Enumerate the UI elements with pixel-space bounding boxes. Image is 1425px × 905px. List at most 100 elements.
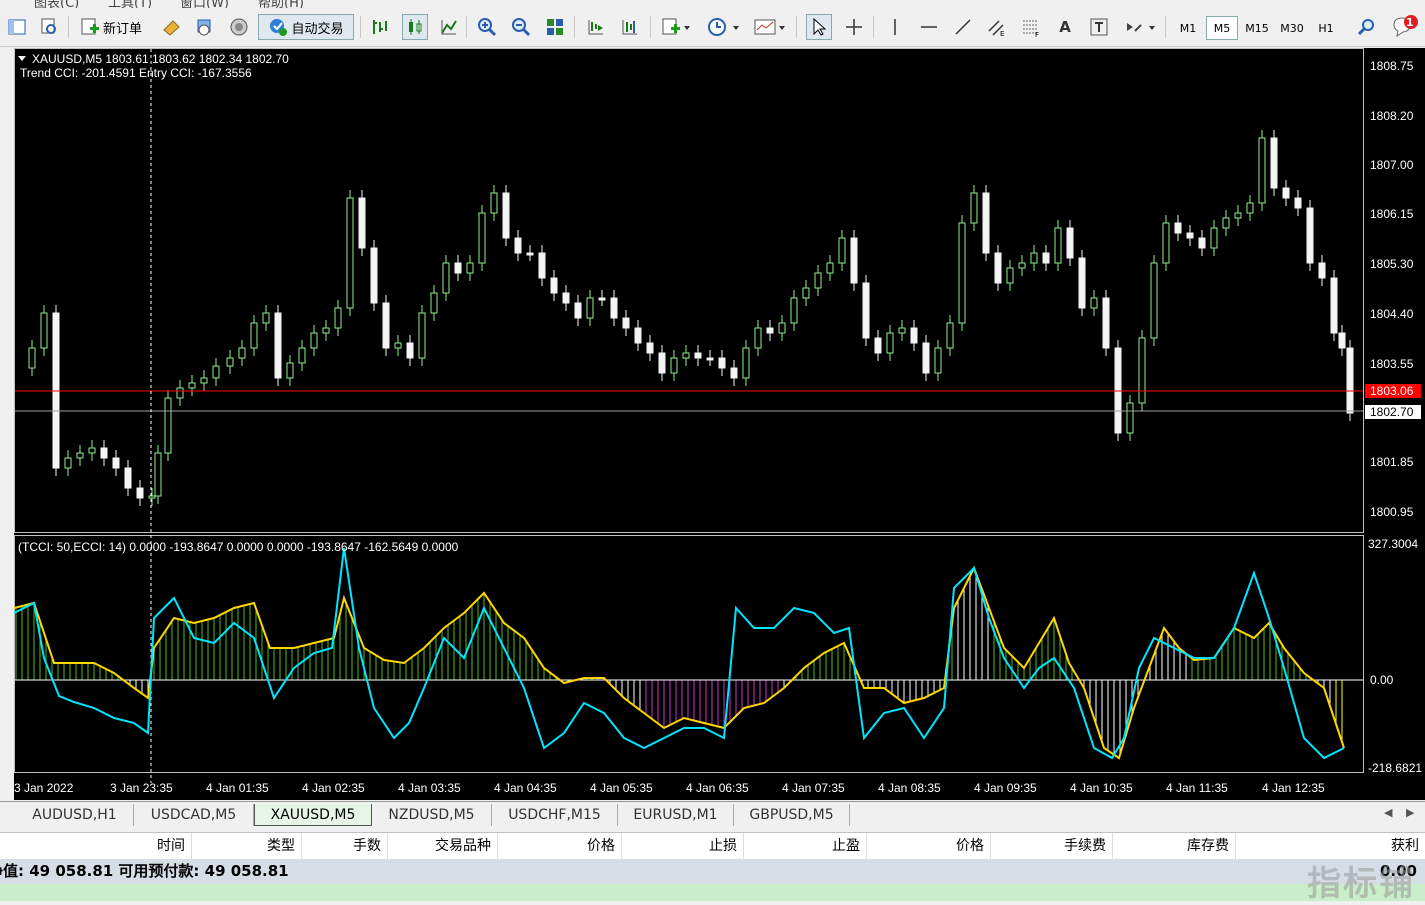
search-icon[interactable] (1354, 14, 1380, 40)
candle-body (466, 262, 474, 274)
candle-body (1258, 137, 1266, 204)
main-panel-border (14, 48, 1364, 533)
zoom-out-icon[interactable] (508, 14, 534, 40)
timeframe-m1[interactable]: M1 (1172, 16, 1204, 40)
candle-body (136, 487, 144, 499)
column-header-time[interactable]: 时间 (0, 833, 192, 859)
candle-body (1222, 217, 1230, 229)
candle-body (550, 277, 558, 294)
vertical-line-icon[interactable] (882, 14, 908, 40)
auto-trade-label: 自动交易 (291, 21, 344, 37)
chart-menu-triangle-icon[interactable] (18, 56, 26, 61)
tab-usdcad-m5[interactable]: USDCAD,M5 (134, 804, 254, 826)
symbol-info-text: XAUUSD,M5 1803.61 1803.62 1802.34 1802.7… (32, 52, 289, 66)
column-header-symbol[interactable]: 交易品种 (388, 833, 498, 859)
candle-body (1006, 267, 1014, 284)
chart-shift-icon[interactable] (617, 14, 643, 40)
time-axis-label: 4 Jan 05:35 (590, 781, 653, 795)
candle-body (64, 457, 72, 469)
cci-histogram-group (15, 573, 1343, 755)
column-header-type[interactable]: 类型 (192, 833, 302, 859)
equidistant-channel-icon[interactable]: E (984, 14, 1010, 40)
trendline-icon[interactable] (950, 14, 976, 40)
tab-scroll-right-icon[interactable]: ▶ (1406, 806, 1414, 819)
crosshair-icon[interactable] (841, 14, 867, 40)
horizontal-line-icon[interactable] (916, 14, 942, 40)
zoom-in-icon[interactable] (474, 14, 500, 40)
candle-body (754, 327, 762, 349)
timeframe-m15[interactable]: M15 (1240, 16, 1274, 40)
indicator-info-text: (TCCI: 50,ECCI: 14) 0.0000 -193.8647 0.0… (18, 540, 459, 554)
bar-chart-icon[interactable] (367, 14, 393, 40)
bid-price-label: 1803.06 (1370, 384, 1414, 398)
auto-trade-icon (270, 19, 288, 36)
time-axis-label: 4 Jan 01:35 (206, 781, 269, 795)
candle-body (766, 327, 774, 334)
candle-body (646, 342, 654, 354)
candle-body (1346, 347, 1354, 414)
periods-dropdown-icon[interactable] (704, 14, 744, 40)
indicators-dropdown-icon[interactable] (658, 14, 694, 40)
chart-window-icon[interactable] (4, 14, 30, 40)
candle-body (1270, 137, 1278, 189)
menu-tools[interactable]: 工具(T) (108, 0, 152, 8)
candle-body (1294, 197, 1302, 209)
tab-gbpusd-m5[interactable]: GBPUSD,M5 (734, 804, 850, 826)
timeframe-h1[interactable]: H1 (1310, 16, 1342, 40)
terminal-icon[interactable] (226, 14, 252, 40)
candle-body (274, 312, 282, 379)
new-order-button[interactable]: 新订单 (76, 14, 146, 40)
text-label-icon[interactable] (1086, 14, 1112, 40)
candle-body (394, 342, 402, 349)
time-axis-label: 4 Jan 10:35 (1070, 781, 1133, 795)
candle-body (922, 342, 930, 374)
tab-xauusd-m5[interactable]: XAUUSD,M5 (254, 804, 372, 826)
navigator-icon[interactable] (192, 14, 218, 40)
candle-body (76, 452, 84, 459)
chart-tabs-bar: AUDUSD,H1 USDCAD,M5 XAUUSD,M5 NZDUSD,M5 … (0, 801, 1425, 829)
timeframe-m30[interactable]: M30 (1275, 16, 1309, 40)
text-tool-icon[interactable]: A (1052, 14, 1078, 40)
chart-window[interactable]: XAUUSD,M5 1803.61 1803.62 1802.34 1802.7… (14, 48, 1425, 800)
menu-chart[interactable]: 图表(C) (34, 0, 79, 8)
tab-eurusd-m1[interactable]: EURUSD,M1 (618, 804, 734, 826)
column-header-take-profit[interactable]: 止盈 (744, 833, 867, 859)
arrows-dropdown-icon[interactable] (1120, 14, 1160, 40)
candle-body (28, 347, 36, 369)
cursor-icon[interactable] (806, 14, 832, 40)
menu-help[interactable]: 帮助(H) (258, 0, 304, 8)
tab-usdchf-m15[interactable]: USDCHF,M15 (492, 804, 618, 826)
templates-dropdown-icon[interactable] (750, 14, 790, 40)
zoom-window-icon[interactable] (36, 14, 62, 40)
menu-window[interactable]: 窗口(W) (180, 0, 229, 8)
market-watch-icon[interactable] (158, 14, 184, 40)
notification-bell-icon[interactable]: 1 (1390, 14, 1420, 40)
column-header-price[interactable]: 价格 (498, 833, 622, 859)
time-axis-label: 3 Jan 23:35 (110, 781, 173, 795)
candlestick-chart-icon[interactable] (402, 14, 428, 40)
column-header-lots[interactable]: 手数 (302, 833, 388, 859)
candle-body (1186, 232, 1194, 239)
tab-nzdusd-m5[interactable]: NZDUSD,M5 (372, 804, 492, 826)
column-header-commission[interactable]: 手续费 (991, 833, 1113, 859)
price-chart-svg[interactable]: XAUUSD,M5 1803.61 1803.62 1802.34 1802.7… (14, 48, 1425, 800)
candle-body (406, 342, 414, 359)
timeframe-m5[interactable]: M5 (1206, 16, 1238, 40)
fibonacci-icon[interactable]: F (1018, 14, 1044, 40)
tab-scroll-left-icon[interactable]: ◀ (1384, 806, 1392, 819)
line-chart-icon[interactable] (436, 14, 462, 40)
tab-audusd-h1[interactable]: AUDUSD,H1 (16, 804, 134, 826)
column-header-current-price[interactable]: 价格 (867, 833, 991, 859)
price-axis-label: 1800.95 (1370, 505, 1414, 519)
candle-body (1282, 187, 1290, 199)
tile-windows-icon[interactable] (542, 14, 568, 40)
auto-scroll-icon[interactable] (583, 14, 609, 40)
candle-body (1318, 262, 1326, 279)
column-header-stop-loss[interactable]: 止损 (622, 833, 744, 859)
candle-body (634, 327, 642, 344)
balance-row[interactable]: 净值: 49 058.81 可用预付款: 49 058.81 0.00 (0, 859, 1425, 884)
candle-body (358, 197, 366, 249)
column-header-swap[interactable]: 库存费 (1113, 833, 1236, 859)
auto-trade-button[interactable]: 自动交易 (258, 14, 354, 40)
candle-body (1066, 227, 1074, 259)
